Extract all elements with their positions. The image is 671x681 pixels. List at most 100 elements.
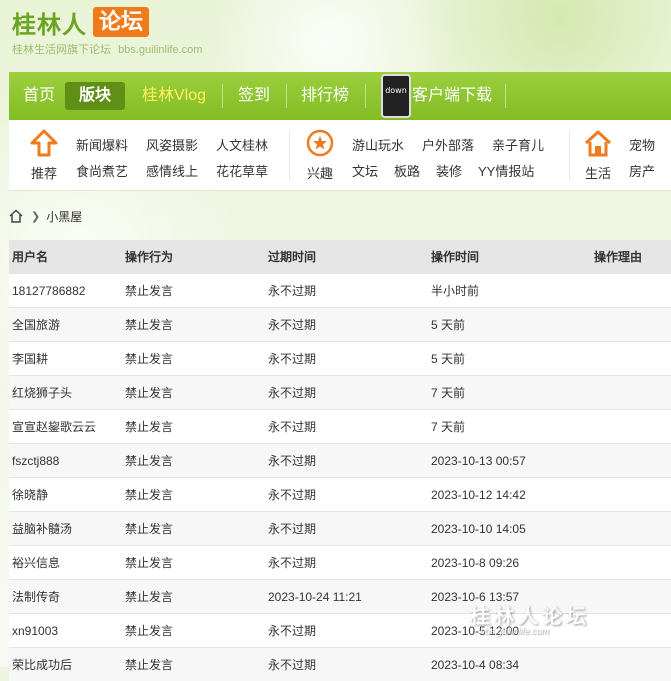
table-cell	[594, 648, 671, 681]
nav-divider	[505, 84, 506, 108]
star-icon	[305, 128, 335, 158]
table-cell: 永不过期	[268, 614, 431, 648]
category-link[interactable]: 亲子育儿	[492, 135, 544, 154]
table-cell: 2023-10-8 09:26	[431, 546, 594, 580]
category-link[interactable]: 游山玩水	[352, 135, 404, 154]
username-link[interactable]: xn91003	[9, 614, 125, 648]
table-row: fszctj888禁止发言永不过期2023-10-13 00:57	[9, 444, 671, 478]
username-link[interactable]: fszctj888	[9, 444, 125, 478]
category-link[interactable]: 风姿摄影	[146, 135, 198, 154]
category-link[interactable]: 食尚煮艺	[76, 161, 128, 180]
table-row: 徐晓静禁止发言永不过期2023-10-12 14:42	[9, 478, 671, 512]
nav-home[interactable]: 首页	[23, 72, 55, 120]
table-cell: 2023-10-4 08:34	[431, 648, 594, 681]
table-row: 18127786882禁止发言永不过期半小时前	[9, 274, 671, 308]
category-label-life[interactable]: 生活	[585, 163, 611, 182]
table-cell: 7 天前	[431, 410, 594, 444]
table-cell: 2023-10-10 14:05	[431, 512, 594, 546]
category-link[interactable]: 板路	[394, 161, 420, 180]
table-cell: 5 天前	[431, 342, 594, 376]
table-cell: 禁止发言	[125, 342, 268, 376]
table-cell: 禁止发言	[125, 478, 268, 512]
breadcrumb: ❯ 小黑屋	[9, 207, 82, 225]
site-logo[interactable]: 桂林人 论坛	[12, 5, 149, 39]
site-tagline: 桂林生活网旗下论坛 bbs.guilinlife.com	[12, 41, 202, 57]
table-row: 益脑补髓汤禁止发言永不过期2023-10-10 14:05	[9, 512, 671, 546]
chevron-right-icon: ❯	[31, 210, 40, 223]
username-link[interactable]: 宣宣赵鋆歌云云	[9, 410, 125, 444]
nav-vlog[interactable]: 桂林Vlog	[142, 72, 206, 120]
category-link[interactable]: 宠物	[629, 135, 655, 154]
username-link[interactable]: 裕兴信息	[9, 546, 125, 580]
table-cell: 永不过期	[268, 376, 431, 410]
nav-boards[interactable]: 版块	[65, 82, 125, 110]
table-cell: 永不过期	[268, 410, 431, 444]
table-row: 宣宣赵鋆歌云云禁止发言永不过期7 天前	[9, 410, 671, 444]
category-link[interactable]: 房产	[629, 161, 655, 180]
table-cell	[594, 444, 671, 478]
category-divider	[569, 130, 570, 180]
table-cell: 永不过期	[268, 512, 431, 546]
table-cell: 7 天前	[431, 376, 594, 410]
category-link[interactable]: 新闻爆料	[76, 135, 128, 154]
breadcrumb-current[interactable]: 小黑屋	[46, 208, 82, 225]
table-cell	[594, 410, 671, 444]
username-link[interactable]: 全国旅游	[9, 308, 125, 342]
table-cell: 禁止发言	[125, 546, 268, 580]
username-link[interactable]: 荣比成功后	[9, 648, 125, 681]
site-watermark: 桂林人论坛 bbs.guilinlife.com	[470, 600, 650, 644]
table-cell	[594, 342, 671, 376]
table-cell: 禁止发言	[125, 376, 268, 410]
category-label-recommend[interactable]: 推荐	[31, 163, 57, 182]
phone-icon[interactable]: down	[381, 74, 411, 118]
table-cell: 永不过期	[268, 444, 431, 478]
table-cell: 半小时前	[431, 274, 594, 308]
table-cell: 禁止发言	[125, 580, 268, 614]
phone-label: down	[383, 86, 409, 95]
table-cell: 禁止发言	[125, 614, 268, 648]
tagline-text: 桂林生活网旗下论坛	[12, 44, 111, 56]
username-link[interactable]: 法制传奇	[9, 580, 125, 614]
category-label-interest[interactable]: 兴趣	[307, 163, 333, 182]
table-cell: 永不过期	[268, 308, 431, 342]
column-header: 操作理由	[594, 240, 671, 274]
column-header: 用户名	[9, 240, 125, 274]
home-icon[interactable]	[9, 209, 23, 223]
username-link[interactable]: 李国耕	[9, 342, 125, 376]
up-arrow-icon	[29, 128, 59, 158]
table-cell	[594, 478, 671, 512]
category-link[interactable]: 花花草草	[216, 161, 268, 180]
nav-divider	[286, 84, 287, 108]
category-link[interactable]: YY情报站	[478, 161, 534, 180]
category-link[interactable]: 感情线上	[146, 161, 198, 180]
username-link[interactable]: 益脑补髓汤	[9, 512, 125, 546]
table-cell	[594, 274, 671, 308]
logo-text: 桂林人	[12, 5, 87, 40]
table-header-row: 用户名 操作行为 过期时间 操作时间 操作理由	[9, 240, 671, 274]
category-divider	[289, 130, 290, 180]
table-row: 红烧狮子头禁止发言永不过期7 天前	[9, 376, 671, 410]
watermark-domain: bbs.guilinlife.com	[480, 626, 549, 636]
username-link[interactable]: 18127786882	[9, 274, 125, 308]
username-link[interactable]: 红烧狮子头	[9, 376, 125, 410]
nav-ranking[interactable]: 排行榜	[301, 72, 349, 120]
table-cell: 禁止发言	[125, 444, 268, 478]
category-link[interactable]: 人文桂林	[216, 135, 268, 154]
table-cell: 禁止发言	[125, 274, 268, 308]
table-cell: 永不过期	[268, 342, 431, 376]
table-cell: 永不过期	[268, 274, 431, 308]
table-cell: 禁止发言	[125, 648, 268, 681]
column-header: 操作时间	[431, 240, 594, 274]
table-cell: 禁止发言	[125, 410, 268, 444]
category-link[interactable]: 户外部落	[422, 135, 474, 154]
table-row: 荣比成功后禁止发言永不过期2023-10-4 08:34	[9, 648, 671, 681]
nav-divider	[365, 84, 366, 108]
nav-divider	[222, 84, 223, 108]
nav-download[interactable]: 客户端下载	[412, 72, 492, 120]
category-link[interactable]: 文坛	[352, 161, 378, 180]
table-row: 裕兴信息禁止发言永不过期2023-10-8 09:26	[9, 546, 671, 580]
username-link[interactable]: 徐晓静	[9, 478, 125, 512]
table-row: 李国耕禁止发言永不过期5 天前	[9, 342, 671, 376]
nav-checkin[interactable]: 签到	[238, 72, 270, 120]
category-link[interactable]: 装修	[436, 161, 462, 180]
